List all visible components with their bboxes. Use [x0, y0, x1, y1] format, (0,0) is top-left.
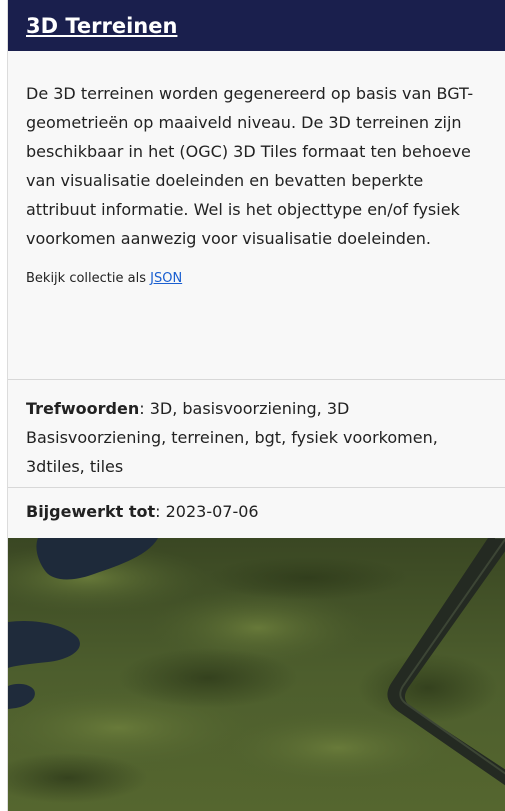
updated-value: : 2023-07-06 — [155, 502, 259, 521]
collection-card: 3D Terreinen De 3D terreinen worden gege… — [7, 0, 505, 811]
updated-label: Bijgewerkt tot — [26, 502, 156, 521]
json-prefix: Bekijk collectie als — [26, 271, 151, 286]
json-link[interactable]: JSON — [150, 271, 182, 286]
terrain-preview-image — [8, 538, 505, 811]
card-body: De 3D terreinen worden gegenereerd op ba… — [8, 51, 505, 379]
card-header: 3D Terreinen — [8, 0, 505, 51]
updated-section: Bijgewerkt tot: 2023-07-06 — [8, 487, 505, 538]
collection-title-link[interactable]: 3D Terreinen — [26, 14, 177, 38]
keywords-label: Trefwoorden — [26, 399, 140, 418]
json-line: Bekijk collectie als JSON — [26, 271, 487, 286]
collection-description: De 3D terreinen worden gegenereerd op ba… — [26, 84, 474, 248]
keywords-section: Trefwoorden: 3D, basisvoorziening, 3D Ba… — [8, 379, 505, 487]
